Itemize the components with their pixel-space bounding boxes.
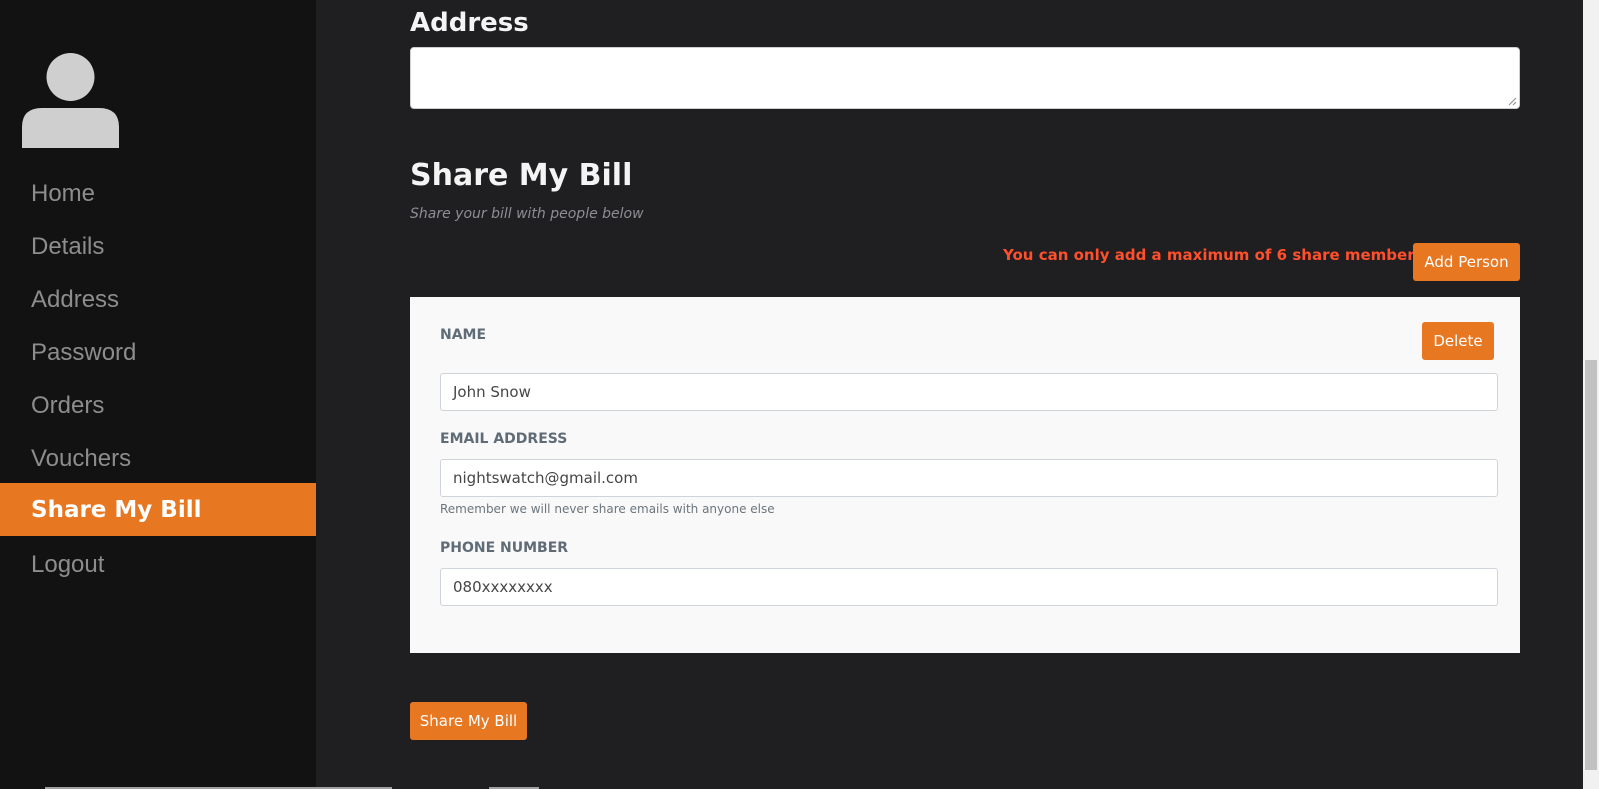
sidebar-item-label: Password: [31, 338, 137, 366]
sidebar-item-details[interactable]: Details: [0, 220, 316, 273]
phone-label: PHONE NUMBER: [440, 540, 569, 556]
address-textarea[interactable]: [410, 47, 1520, 109]
share-member-card: NAME Delete John Snow EMAIL ADDRESS nigh…: [410, 297, 1520, 653]
name-field[interactable]: John Snow: [440, 373, 1498, 411]
user-avatar-icon: [22, 53, 119, 148]
phone-field[interactable]: 080xxxxxxxx: [440, 568, 1498, 606]
sidebar-item-label: Vouchers: [31, 444, 132, 472]
limit-warning: You can only add a maximum of 6 share me…: [1003, 246, 1424, 264]
sidebar-item-label: Home: [31, 179, 96, 207]
email-field[interactable]: nightswatch@gmail.com: [440, 459, 1498, 497]
app-window: Home Details Address Password Orders Vou…: [0, 0, 1599, 789]
main-content: Address Share My Bill Share your bill wi…: [316, 0, 1583, 789]
sidebar-item-orders[interactable]: Orders: [0, 379, 316, 432]
sidebar-item-address[interactable]: Address: [0, 273, 316, 326]
address-heading: Address: [410, 8, 529, 38]
email-hint: Remember we will never share emails with…: [440, 502, 775, 516]
share-my-bill-heading: Share My Bill: [410, 158, 633, 193]
sidebar-item-label: Logout: [31, 550, 105, 578]
email-label: EMAIL ADDRESS: [440, 431, 568, 447]
sidebar-item-vouchers[interactable]: Vouchers: [0, 432, 316, 485]
share-my-bill-button[interactable]: Share My Bill: [410, 702, 527, 740]
sidebar-item-password[interactable]: Password: [0, 326, 316, 379]
share-my-bill-subtitle: Share your bill with people below: [410, 206, 644, 222]
delete-member-button[interactable]: Delete: [1422, 322, 1494, 360]
sidebar-item-label: Details: [31, 232, 105, 260]
scrollbar-thumb[interactable]: [1585, 360, 1597, 770]
sidebar-item-label: Orders: [31, 391, 105, 419]
sidebar-item-label: Share My Bill: [31, 496, 202, 523]
sidebar: Home Details Address Password Orders Vou…: [0, 0, 316, 789]
sidebar-item-label: Address: [31, 285, 120, 313]
sidebar-item-home[interactable]: Home: [0, 167, 316, 220]
sidebar-item-share-my-bill[interactable]: Share My Bill: [0, 483, 316, 536]
name-label: NAME: [440, 327, 487, 343]
sidebar-item-logout[interactable]: Logout: [0, 538, 316, 591]
add-person-button[interactable]: Add Person: [1413, 243, 1520, 281]
resize-grip-icon[interactable]: [1508, 97, 1517, 106]
